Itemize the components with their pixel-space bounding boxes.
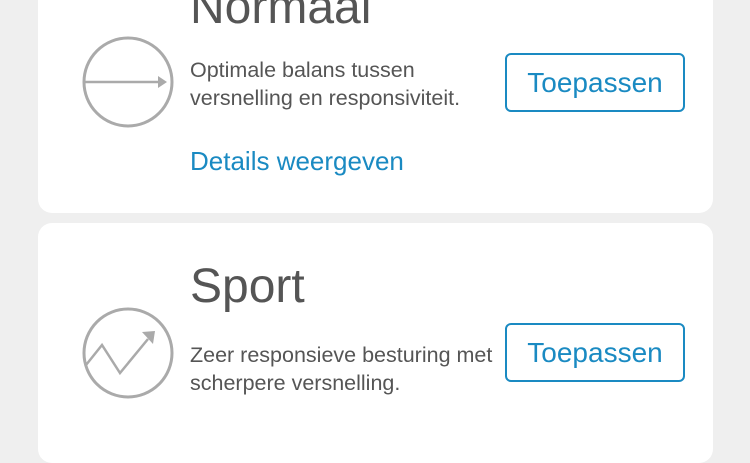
mode-card-normal: Normaal Optimale balans tussen versnelli… <box>38 0 713 213</box>
apply-button-sport[interactable]: Toepassen <box>505 323 685 382</box>
details-link[interactable]: Details weergeven <box>190 147 404 176</box>
apply-button-normal[interactable]: Toepassen <box>505 53 685 112</box>
mode-title-sport: Sport <box>190 260 305 313</box>
zigzag-arrow-icon <box>82 307 174 399</box>
mode-description-sport: Zeer responsieve besturing met scherpere… <box>190 343 493 395</box>
arrow-right-icon <box>82 36 174 128</box>
mode-description-normal: Optimale balans tussen versnelling en re… <box>190 58 461 110</box>
mode-card-sport: Sport Zeer responsieve besturing met sch… <box>38 223 713 463</box>
mode-title-normal: Normaal <box>190 0 372 34</box>
